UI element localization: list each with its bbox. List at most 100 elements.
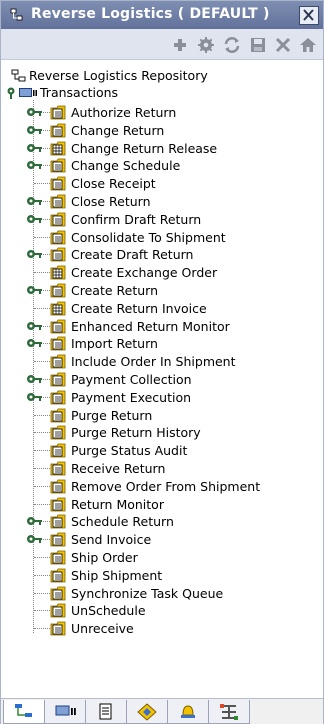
expand-key-icon[interactable] [25,143,43,155]
folder-doc-icon [50,443,66,458]
folder-doc-icon [50,283,66,298]
reverse-logistics-window: Reverse Logistics ( DEFAULT ) Reverse Lo… [0,0,324,724]
tree-item-label: Purge Return [71,407,153,423]
tree-item-label: Send Invoice [71,532,152,548]
home-icon[interactable] [299,36,317,54]
folder-doc-icon [50,390,66,405]
folder-doc-icon [50,194,66,209]
folder-doc-icon [50,568,66,583]
tree-item-label: Purge Return History [71,425,201,441]
tree-item-label: Create Return [71,283,158,298]
window-title: Reverse Logistics ( DEFAULT ) [31,6,270,22]
folder-doc-icon [50,354,66,369]
close-icon [303,9,314,21]
folder-grid-icon [50,141,66,155]
expand-key-icon[interactable] [25,534,43,546]
tree-icon [10,8,23,21]
repository-tree: Reverse Logistics Repository Transaction… [1,64,323,679]
folder-doc-icon [50,408,66,422]
hierarchy-icon [15,704,32,717]
tree-item-label: Close Receipt [71,176,156,192]
expand-key-icon[interactable] [25,321,43,333]
expand-key-icon[interactable] [25,196,43,208]
tree-item-label: Create Draft Return [71,247,194,263]
gear-icon[interactable] [197,36,215,54]
title-bar: Reverse Logistics ( DEFAULT ) [1,1,323,29]
tree-group-label: Transactions [40,85,119,100]
expand-key-icon[interactable] [25,107,43,119]
tree-item-label: UnSchedule [71,603,146,619]
tab-alerts[interactable] [167,700,209,724]
folder-doc-icon [50,123,66,138]
tab-documents[interactable] [85,700,127,724]
tree-item-label: Change Schedule [71,158,181,174]
folder-doc-icon [50,176,66,191]
tree-item-label: Consolidate To Shipment [71,229,226,245]
tree-item-label: Authorize Return [71,105,177,120]
expand-key-icon[interactable] [25,392,43,404]
expand-key-icon[interactable] [3,87,19,99]
folder-doc-icon [50,158,66,173]
tree-item-label: Synchronize Task Queue [71,585,224,601]
tree-item-label: Return Monitor [71,496,164,512]
save-icon[interactable] [249,36,267,54]
folder-doc-icon [50,247,66,262]
folder-doc-icon [50,105,66,120]
expand-key-icon[interactable] [25,249,43,261]
tree-item-label: Include Order In Shipment [71,354,236,370]
tree-item-label: Receive Return [71,461,166,476]
folder-doc-icon [50,532,66,547]
close-button[interactable] [299,6,319,25]
folder-doc-icon [50,372,66,387]
tree-item-label: Confirm Draft Return [71,211,202,227]
tree-item-label: Ship Order [71,550,138,565]
folder-doc-icon [50,621,66,636]
expand-key-icon[interactable] [25,338,43,350]
expand-key-icon[interactable] [25,125,43,137]
transactions-icon [19,88,37,97]
network-icon [220,704,238,720]
folder-doc-icon [50,603,66,618]
tree-item-label: Payment Collection [71,372,192,387]
tree-root-label: Reverse Logistics Repository [29,68,208,83]
tab-network[interactable] [208,700,250,724]
tree-item-label: Change Return Release [71,140,218,156]
expand-key-icon[interactable] [25,160,43,172]
expand-key-icon[interactable] [25,214,43,226]
folder-doc-icon [50,461,66,476]
plus-icon[interactable] [171,36,189,54]
folder-doc-icon [50,319,66,333]
folder-doc-icon [50,586,66,600]
tab-transactions[interactable] [44,700,86,724]
tree-item-label: Create Return Invoice [71,300,207,316]
bottom-tab-bar [1,698,323,724]
refresh-icon[interactable] [223,36,241,54]
delete-icon[interactable] [274,36,292,54]
bell-icon [181,705,195,718]
transactions-icon [55,705,76,716]
tab-hierarchy[interactable] [3,700,45,724]
tree-icon [11,69,26,82]
tree-item-label: Payment Execution [71,389,192,405]
folder-doc-icon [50,479,66,494]
tree-item-label: Purge Status Audit [71,443,188,459]
folder-doc-icon [50,336,66,351]
document-icon [99,703,112,720]
toolbar [1,29,323,60]
expand-key-icon[interactable] [25,516,43,528]
folder-doc-icon [50,425,66,440]
folder-doc-icon [50,514,66,529]
diamond-icon [137,703,157,721]
tree-item-label: Unreceive [71,621,134,637]
folder-grid-icon [50,301,66,316]
tree-item-label: Change Return [71,122,165,138]
folder-doc-icon [50,212,66,227]
folder-grid-icon [50,265,66,280]
tab-diamond[interactable] [126,700,168,724]
tree-item-label: Close Return [71,194,151,209]
folder-doc-icon [50,550,66,565]
tree-item-label: Remove Order From Shipment [71,478,261,494]
tree-item-label: Import Return [71,336,158,352]
expand-key-icon[interactable] [25,285,43,297]
expand-key-icon[interactable] [25,374,43,386]
